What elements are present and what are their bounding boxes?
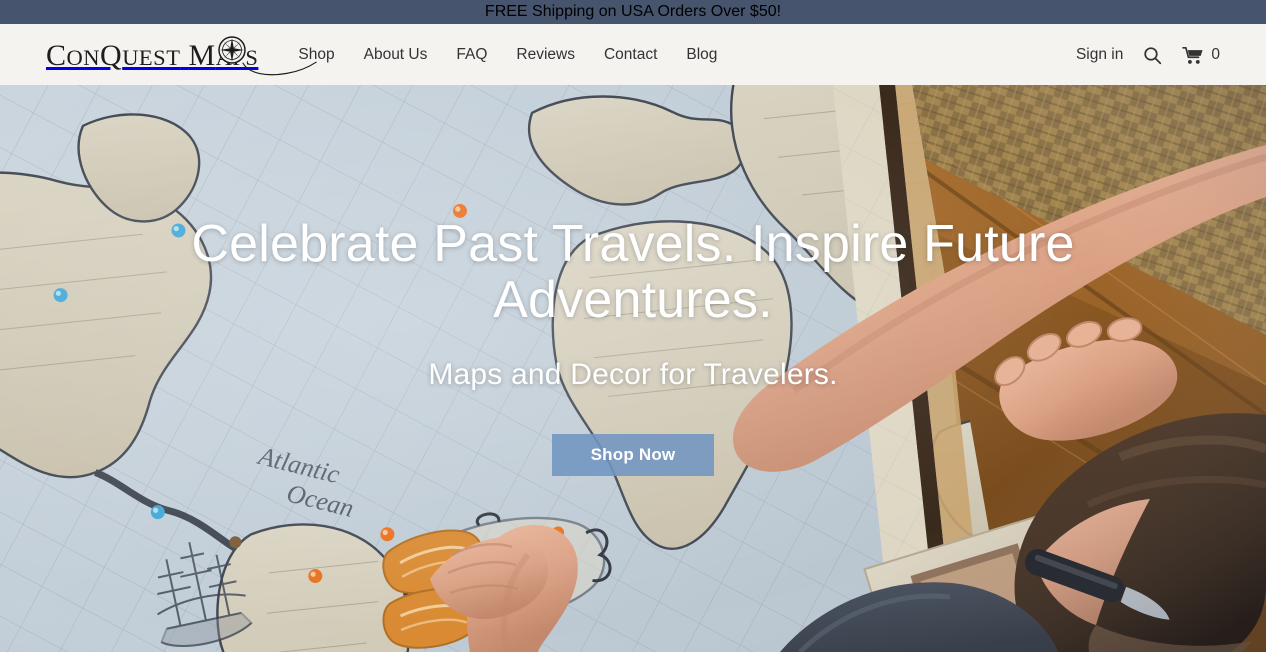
cart-count: 0 (1211, 46, 1220, 64)
nav-item-faq[interactable]: FAQ (456, 46, 487, 64)
shop-now-button[interactable]: Shop Now (552, 434, 714, 477)
hero-title: Celebrate Past Travels. Inspire Future A… (183, 216, 1083, 328)
search-icon (1144, 46, 1162, 64)
nav-item-about-us[interactable]: About Us (364, 46, 428, 64)
nav-item-shop[interactable]: Shop (298, 46, 334, 64)
nav-item-contact[interactable]: Contact (604, 46, 657, 64)
nav-item-reviews[interactable]: Reviews (516, 46, 575, 64)
shopping-cart-icon (1182, 46, 1203, 64)
announcement-text: FREE Shipping on USA Orders Over $50! (484, 3, 782, 20)
announcement-bar: FREE Shipping on USA Orders Over $50! (0, 0, 1266, 24)
site-logo-text: CONQUEST MAPS (46, 38, 259, 72)
primary-navigation: Shop About Us FAQ Reviews Contact Blog (298, 46, 717, 64)
sign-in-link[interactable]: Sign in (1076, 46, 1123, 64)
nav-item-blog[interactable]: Blog (686, 46, 717, 64)
hero-title-line-2: Adventures. (493, 271, 773, 330)
search-button[interactable] (1143, 46, 1162, 65)
hero-title-line-1: Celebrate Past Travels. Inspire Future (191, 215, 1075, 273)
cart-button[interactable]: 0 (1182, 46, 1220, 65)
site-header: CONQUEST MAPS Shop About Us FAQ Reviews … (0, 24, 1266, 85)
site-logo[interactable]: CONQUEST MAPS (46, 34, 317, 78)
hero-subtitle: Maps and Decor for Travelers. (428, 358, 838, 392)
header-utilities: Sign in 0 (1076, 46, 1266, 65)
hero-content: Celebrate Past Travels. Inspire Future A… (0, 85, 1266, 652)
hero-banner: Atlantic Ocean Pacific Ocean (0, 85, 1266, 652)
